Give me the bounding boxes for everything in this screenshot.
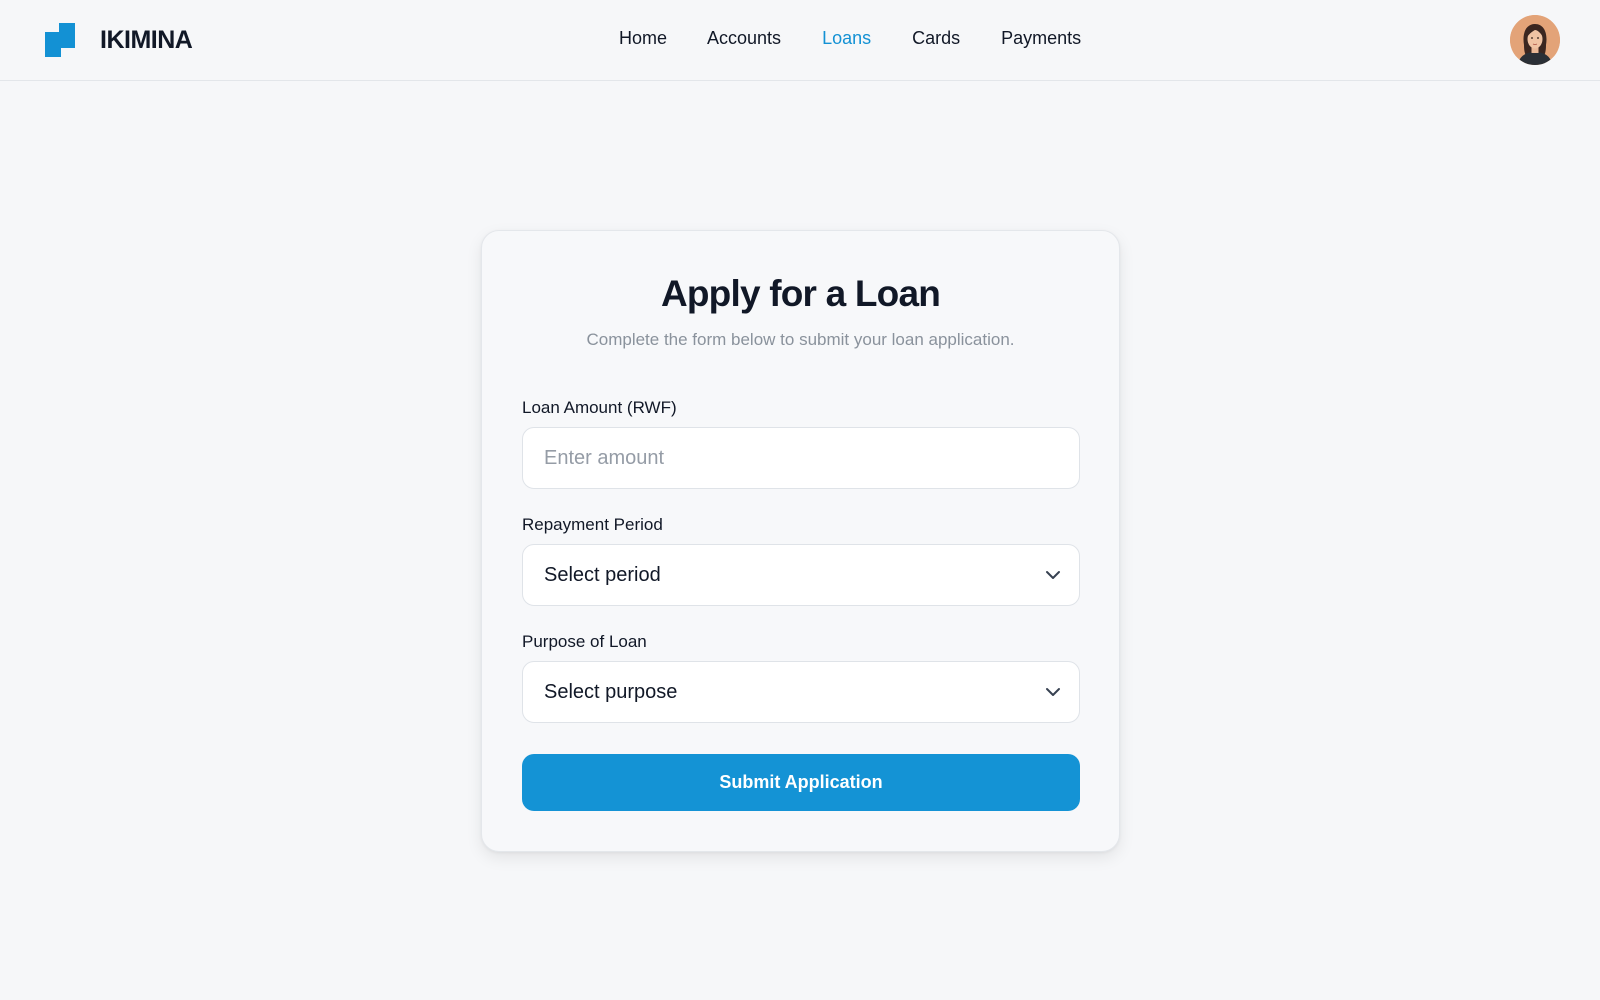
- page-subtitle: Complete the form below to submit your l…: [586, 330, 1015, 349]
- top-navbar: IKIMINA Home Accounts Loans Cards Paymen…: [0, 0, 1600, 81]
- loan-purpose-label: Purpose of Loan: [522, 632, 647, 651]
- submit-application-button[interactable]: Submit Application: [522, 754, 1080, 811]
- chevron-down-icon: [1046, 688, 1060, 696]
- loan-amount-input[interactable]: [523, 428, 1079, 488]
- user-avatar-icon[interactable]: [1510, 15, 1560, 65]
- main-nav: Home Accounts Loans Cards Payments: [619, 28, 1081, 49]
- nav-item-payments[interactable]: Payments: [1001, 28, 1081, 49]
- logo-icon: [45, 23, 75, 57]
- loan-amount-field: [522, 427, 1080, 489]
- loan-purpose-value: Select purpose: [544, 681, 678, 703]
- repayment-period-value: Select period: [544, 564, 661, 586]
- repayment-period-select[interactable]: Select period: [522, 544, 1080, 606]
- page-title: Apply for a Loan: [660, 273, 941, 314]
- loan-purpose-select[interactable]: Select purpose: [522, 661, 1080, 723]
- loan-amount-label: Loan Amount (RWF): [522, 398, 677, 417]
- nav-item-accounts[interactable]: Accounts: [707, 28, 781, 49]
- nav-item-home[interactable]: Home: [619, 28, 667, 49]
- brand[interactable]: IKIMINA: [45, 23, 193, 57]
- chevron-down-icon: [1046, 571, 1060, 579]
- repayment-period-label: Repayment Period: [522, 515, 663, 534]
- nav-item-loans[interactable]: Loans: [822, 28, 871, 49]
- nav-item-cards[interactable]: Cards: [912, 28, 960, 49]
- brand-name: IKIMINA: [100, 25, 193, 54]
- loan-application-card: Apply for a Loan Complete the form below…: [481, 230, 1120, 852]
